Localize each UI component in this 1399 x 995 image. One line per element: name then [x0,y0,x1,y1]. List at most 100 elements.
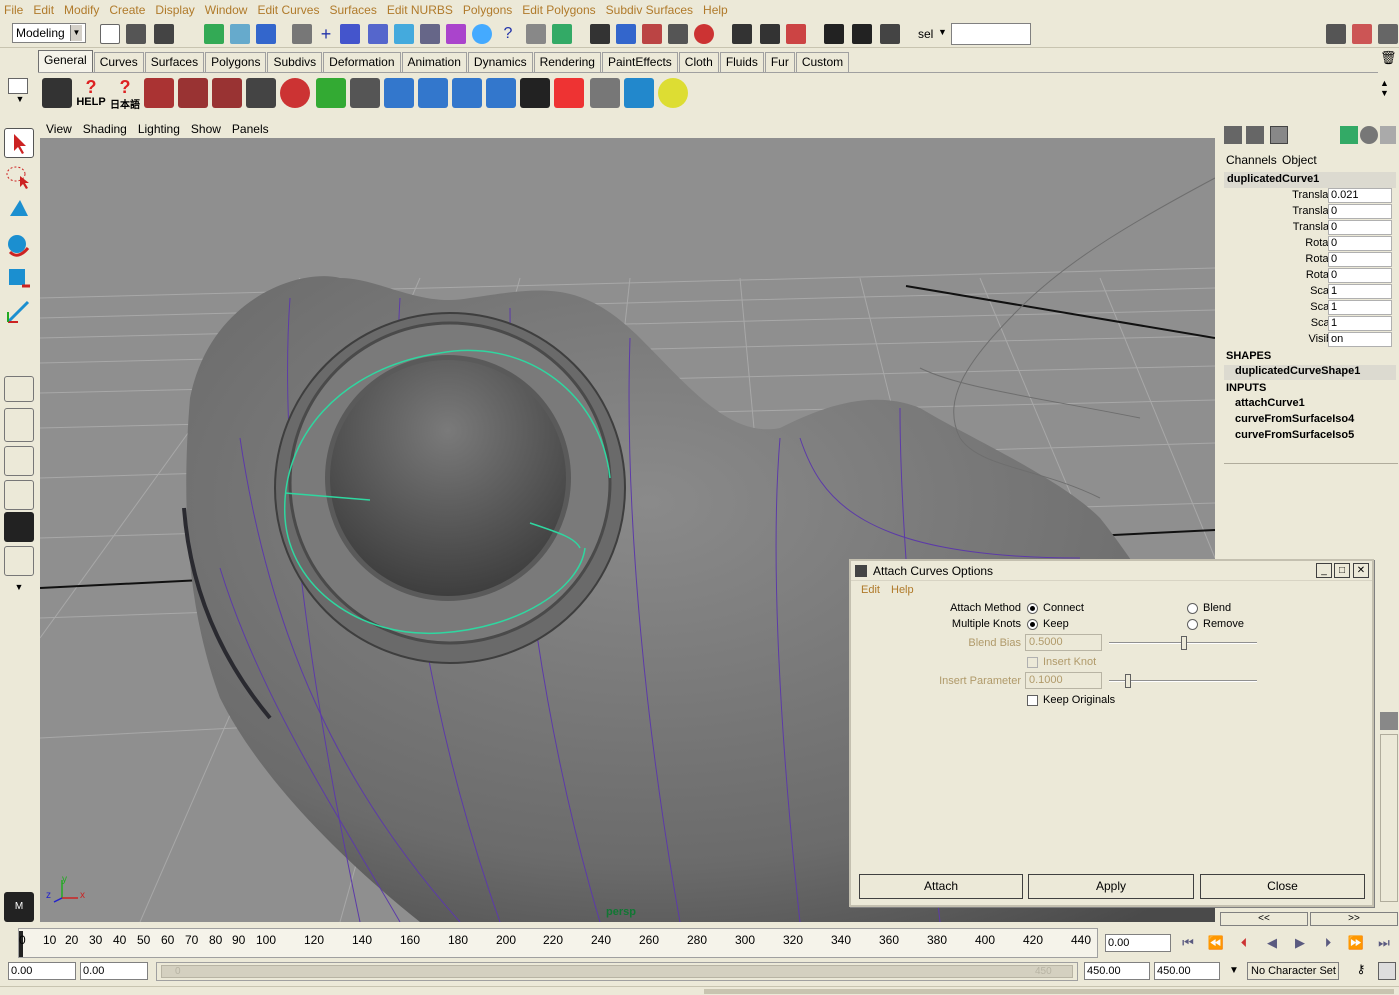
dynamics-mask-icon[interactable] [446,24,466,44]
cube-pick-icon[interactable] [624,78,654,108]
shelf-menu-button[interactable]: ▼ [8,78,32,114]
four-pane-layout-icon[interactable] [4,408,34,442]
construction-history-icon[interactable] [786,24,806,44]
shading-icon[interactable] [1360,126,1378,144]
menu-modify[interactable]: Modify [64,3,99,17]
attribute-editor-icon[interactable] [1326,24,1346,44]
connect-radio[interactable] [1027,603,1038,614]
magnet-icon[interactable] [280,78,310,108]
blend-bias-field[interactable]: 0.5000 [1025,634,1102,651]
curves-mask-icon[interactable] [368,24,388,44]
panel-menu-shading[interactable]: Shading [83,122,127,136]
layer-scrollbar[interactable] [1380,734,1398,902]
close-icon[interactable]: ✕ [1353,563,1369,578]
surfaces-mask-icon[interactable] [394,24,414,44]
auto-key-icon[interactable]: ⚷ [1350,962,1372,980]
shelf-tab-animation[interactable]: Animation [401,52,467,72]
snap-grid-icon[interactable] [590,24,610,44]
sel-input[interactable] [951,23,1031,45]
input-node[interactable]: attachCurve1 [1235,397,1305,409]
shelf-tab-rendering[interactable]: Rendering [533,52,601,72]
highlight-selection-icon[interactable] [552,24,572,44]
cube-hierarchy-icon[interactable] [418,78,448,108]
snap-plane-icon[interactable] [668,24,688,44]
paint-select-icon[interactable] [4,196,34,226]
help-shelf-button[interactable]: ? HELP [76,78,106,108]
mode-selector[interactable]: Modeling ▼ [12,23,86,43]
keep-originals-checkbox[interactable] [1027,695,1038,706]
shelf-tab-subdivs[interactable]: Subdivs [267,52,323,72]
channel-scale-y[interactable]: Scale Y1 [1224,300,1396,316]
chevron-down-icon[interactable]: ▼ [938,27,947,37]
channel-rotate-x[interactable]: Rotate X0 [1224,236,1396,252]
attach-button[interactable]: Attach [859,874,1023,899]
cube-tree-icon[interactable] [384,78,414,108]
hypershade-layout-icon[interactable] [4,512,34,542]
panel-menu-show[interactable]: Show [191,122,221,136]
object-name[interactable]: duplicatedCurve1 [1224,172,1396,188]
input-node[interactable]: curveFromSurfaceIso5 [1235,429,1354,441]
camera-tool-icon[interactable] [144,78,174,108]
insert-parameter-field[interactable]: 0.1000 [1025,672,1102,689]
shelf-tab-polygons[interactable]: Polygons [205,52,267,72]
menu-surfaces[interactable]: Surfaces [329,3,376,17]
persp-graph-layout-icon[interactable] [4,546,34,576]
input-node[interactable]: curveFromSurfaceIso4 [1235,413,1354,425]
dialog-menu-edit[interactable]: Edit [861,584,880,596]
menu-subdiv-surfaces[interactable]: Subdiv Surfaces [606,3,693,17]
output-ops-icon[interactable] [760,24,780,44]
mask-menu-icon[interactable] [292,24,312,44]
step-forward-frame-icon[interactable]: ⏵ [1317,933,1339,953]
lock-selection-icon[interactable] [526,24,546,44]
end-time-field[interactable]: 450.00 [1154,962,1220,980]
shelf-tab-curves[interactable]: Curves [93,52,144,72]
hypergraph-icon[interactable] [554,78,584,108]
select-all-icon[interactable]: + [316,24,336,44]
layer-editor-icon[interactable] [1246,126,1264,144]
outliner-icon[interactable] [590,78,620,108]
range-slider-bar[interactable] [161,965,1073,978]
script-editor-icon[interactable] [520,78,550,108]
select-component-icon[interactable] [256,24,276,44]
channel-visibility[interactable]: Visibilityon [1224,332,1396,348]
shelf-tab-dynamics[interactable]: Dynamics [467,52,533,72]
misc-mask-icon[interactable]: ? [498,24,518,44]
japanese-help-shelf-button[interactable]: ? 日本語 [110,78,140,111]
menu-create[interactable]: Create [109,3,145,17]
cube-group-icon[interactable] [452,78,482,108]
dialog-menu-help[interactable]: Help [891,584,914,596]
shelf-tab-deformation[interactable]: Deformation [323,52,401,72]
start-time-field[interactable]: 0.00 [8,962,76,980]
pick-handles-icon[interactable] [340,24,360,44]
playback-start-field[interactable]: 0.00 [80,962,148,980]
minimize-button[interactable]: _ [1316,563,1332,578]
delete-history-icon[interactable] [658,78,688,108]
select-tool-icon[interactable] [4,128,34,158]
playback-end-field[interactable]: 450.00 [1084,962,1150,980]
transform-icon[interactable] [1340,126,1358,144]
chevron-down-icon[interactable]: ▼ [4,582,34,602]
go-to-start-icon[interactable]: ⏮ [1177,933,1199,953]
single-pane-layout-icon[interactable] [4,376,34,402]
render-frame-icon[interactable] [824,24,844,44]
camera-up-icon[interactable] [212,78,242,108]
open-scene-icon[interactable] [126,24,146,44]
remove-radio[interactable] [1187,619,1198,630]
camera-aim-icon[interactable] [178,78,208,108]
snap-point-icon[interactable] [642,24,662,44]
select-object-icon[interactable] [230,24,250,44]
shelf-tab-fur[interactable]: Fur [764,52,795,72]
pen-icon[interactable] [1380,126,1396,144]
blend-radio[interactable] [1187,603,1198,614]
cube-parent-icon[interactable] [486,78,516,108]
dialog-titlebar[interactable]: Attach Curves Options [851,561,1372,581]
channel-translate-y[interactable]: Translate Y0 [1224,204,1396,220]
shelf-tab-general[interactable]: General [38,50,93,72]
blend-bias-slider-thumb[interactable] [1181,636,1187,650]
layer-icon[interactable] [1380,712,1398,730]
channel-box-toggle-icon[interactable] [1378,24,1398,44]
play-backwards-icon[interactable]: ◀ [1261,933,1283,953]
lasso-tool-icon[interactable] [4,162,34,192]
keep-radio[interactable] [1027,619,1038,630]
insert-knot-checkbox[interactable] [1027,657,1038,668]
